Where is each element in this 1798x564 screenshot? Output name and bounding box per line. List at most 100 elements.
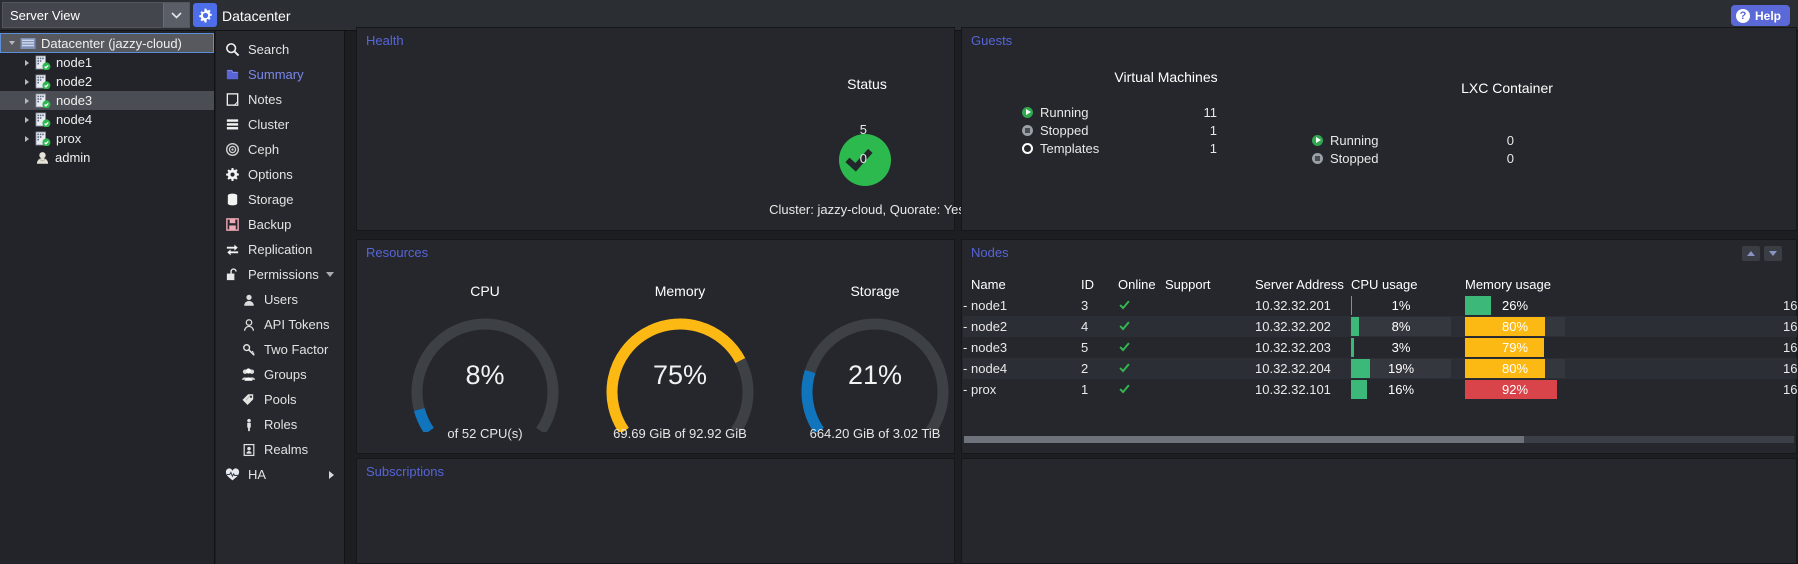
nav-item-label: Ceph (248, 142, 279, 157)
tree-item-node1[interactable]: node1 (0, 53, 214, 72)
nodes-col-header-support[interactable]: Support (1165, 277, 1211, 292)
vm-rows-stopped: Stopped (1022, 121, 1088, 139)
node-cpu-usage-bar: 1% (1351, 296, 1451, 315)
tree-collapse-caret[interactable] (4, 41, 20, 45)
nav-item-groups[interactable]: Groups (216, 362, 344, 387)
sort-ascending-button[interactable] (1742, 246, 1760, 261)
tree-expand-caret[interactable] (19, 60, 35, 66)
tree-expand-caret[interactable] (19, 136, 35, 142)
nodes-col-header-name[interactable]: Name (971, 277, 1006, 292)
nodes-table-row[interactable]: prox1-10.32.32.10116%92%16 (963, 379, 1797, 400)
tree-item-label: admin (55, 150, 90, 165)
nav-item-label: Summary (248, 67, 304, 82)
node-cell-extra: 16 (1783, 319, 1797, 334)
nodes-table-row[interactable]: node42-10.32.32.20419%80%16 (963, 358, 1797, 379)
stopped-icon (1022, 125, 1033, 136)
ha-icon (224, 467, 241, 482)
nodes-col-header-mem[interactable]: Memory usage (1465, 277, 1551, 292)
node-cell-address: 10.32.32.204 (1255, 361, 1331, 376)
nav-item-users[interactable]: Users (216, 287, 344, 312)
tree-item-admin[interactable]: admin (0, 148, 214, 167)
tree-item-label: node4 (56, 112, 92, 127)
node-cpu-usage-bar: 19% (1351, 359, 1451, 378)
nodes-table-row[interactable]: node24-10.32.32.2028%80%16 (963, 316, 1797, 337)
nodes-col-header-address[interactable]: Server Address (1255, 277, 1344, 292)
node-icon (35, 131, 51, 146)
health-panel-title: Health (366, 33, 404, 48)
chevron-down-icon[interactable] (163, 3, 189, 27)
help-button[interactable]: ? Help (1731, 5, 1790, 26)
realms-icon (240, 442, 257, 457)
nav-item-realms[interactable]: Realms (216, 437, 344, 462)
bar-label: 80% (1465, 361, 1565, 376)
tree-item-node2[interactable]: node2 (0, 72, 214, 91)
server-view-dropdown[interactable]: Server View (2, 2, 190, 28)
tree-expand-caret[interactable] (19, 79, 35, 85)
node-cell-name: node2 (971, 319, 1007, 334)
nav-item-summary[interactable]: Summary (216, 62, 344, 87)
nodes-col-header-cpu[interactable]: CPU usage (1351, 277, 1417, 292)
running-icon (1022, 107, 1033, 118)
nav-item-api-tokens[interactable]: API Tokens (216, 312, 344, 337)
nodes-table[interactable]: Name ID Online Support Server Address CPU usa… (963, 274, 1797, 400)
tree-item-node4[interactable]: node4 (0, 110, 214, 129)
tree-expand-caret[interactable] (19, 98, 35, 104)
node-icon (35, 93, 51, 108)
datacenter-nav-menu[interactable]: Search Summary Notes Cluster Ceph OptionsStor… (216, 31, 345, 564)
running-icon (1312, 135, 1323, 146)
nav-item-two-factor[interactable]: Two Factor (216, 337, 344, 362)
node-cell-address: 10.32.32.203 (1255, 340, 1331, 355)
vm-rows-templates: Templates (1022, 139, 1099, 157)
node-cell-id: 4 (1081, 319, 1088, 334)
gauge-sublabel-storage: 664.20 GiB of 3.02 TiB (755, 426, 995, 441)
nav-item-permissions[interactable]: Permissions (216, 262, 344, 287)
help-label: Help (1755, 9, 1781, 23)
node-icon (35, 55, 51, 70)
page-title: Datacenter (222, 0, 290, 31)
tree-item-datacenter-jazzy-cloud[interactable]: Datacenter (jazzy-cloud) (0, 33, 214, 53)
nodes-col-header-id[interactable]: ID (1081, 277, 1094, 292)
nodes-col-header-online[interactable]: Online (1118, 277, 1156, 292)
nav-item-label: Cluster (248, 117, 289, 132)
nav-item-search[interactable]: Search (216, 37, 344, 62)
nodes-table-row[interactable]: node35-10.32.32.2033%79%16 (963, 337, 1797, 358)
subscriptions-panel: Subscriptions (356, 458, 955, 564)
nav-item-replication[interactable]: Replication (216, 237, 344, 262)
nodes-table-row[interactable]: node13-10.32.32.2011%26%16 (963, 295, 1797, 316)
nav-item-cluster[interactable]: Cluster (216, 112, 344, 137)
nodes-horizontal-scrollbar[interactable] (964, 436, 1794, 443)
bar-label: 3% (1351, 340, 1451, 355)
tree-item-node3[interactable]: node3 (0, 91, 214, 110)
nav-item-pools[interactable]: Pools (216, 387, 344, 412)
tree-item-prox[interactable]: prox (0, 129, 214, 148)
server-view-tree[interactable]: Datacenter (jazzy-cloud)node1node2node3 n… (0, 31, 215, 564)
guest-row-label: Running (1330, 133, 1378, 148)
node-cell-name: prox (971, 382, 996, 397)
nav-item-backup[interactable]: Backup (216, 212, 344, 237)
nav-item-ceph[interactable]: Ceph (216, 137, 344, 162)
bar-label: 1% (1351, 298, 1451, 313)
tree-expand-caret[interactable] (19, 117, 35, 123)
guests-panel-title: Guests (971, 33, 1012, 48)
nodes-sort-controls[interactable] (1742, 246, 1782, 261)
lxc-rows-stopped: Stopped (1312, 149, 1378, 167)
chevron-down-icon[interactable] (326, 272, 334, 277)
chevron-down-icon (1769, 251, 1777, 256)
node-memory-usage-bar: 92% (1465, 380, 1565, 399)
settings-gear-button[interactable] (193, 3, 217, 27)
node-cell-name: node3 (971, 340, 1007, 355)
node-cell-address: 10.32.32.201 (1255, 298, 1331, 313)
nav-item-label: HA (248, 467, 266, 482)
scrollbar-thumb[interactable] (964, 436, 1524, 443)
nav-item-options[interactable]: Options (216, 162, 344, 187)
nav-item-label: API Tokens (264, 317, 330, 332)
nav-item-label: Permissions (248, 267, 319, 282)
nav-item-storage[interactable]: Storage (216, 187, 344, 212)
nav-item-notes[interactable]: Notes (216, 87, 344, 112)
backup-icon (224, 217, 241, 232)
chevron-right-icon[interactable] (329, 471, 334, 479)
nav-item-roles[interactable]: Roles (216, 412, 344, 437)
guest-row-value: 1 (1177, 123, 1217, 138)
sort-descending-button[interactable] (1764, 246, 1782, 261)
nav-item-ha[interactable]: HA (216, 462, 344, 487)
